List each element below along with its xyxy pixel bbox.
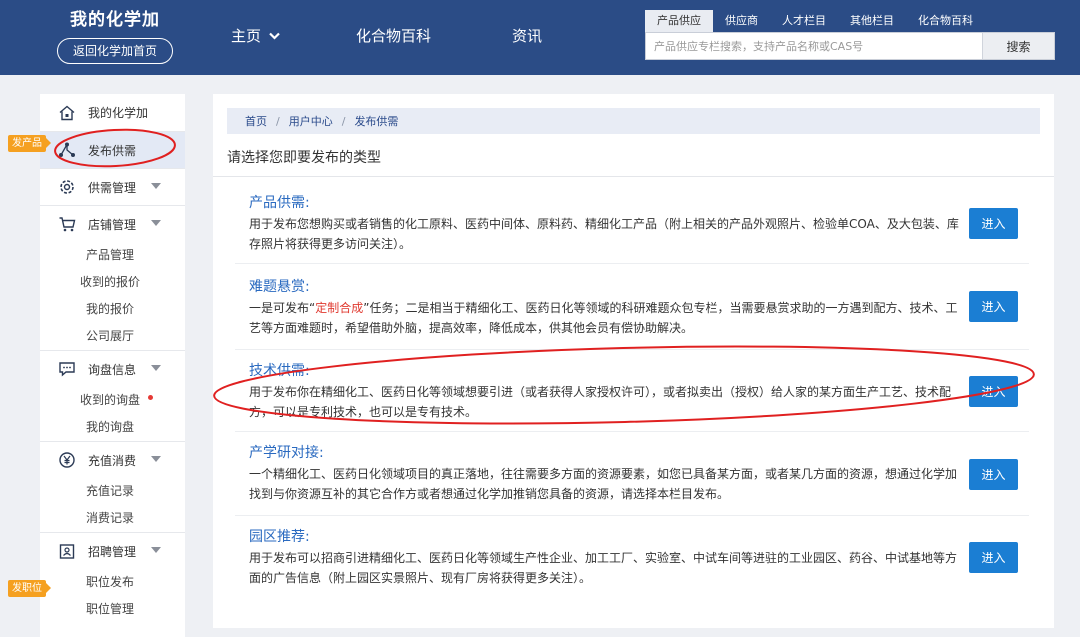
sidebar-group-inquiry: 询盘信息 收到的询盘 我的询盘 (40, 351, 185, 442)
enter-button-park[interactable]: 进入 (969, 542, 1018, 573)
sidebar-item-supply-manage[interactable]: 供需管理 (40, 169, 185, 205)
search-tab-product-supply[interactable]: 产品供应 (645, 10, 713, 32)
enter-button-industry-research[interactable]: 进入 (969, 459, 1018, 490)
type-title: 园区推荐: (249, 529, 310, 545)
search-input[interactable] (646, 33, 982, 59)
publish-job-tag[interactable]: 发职位 (8, 580, 51, 597)
enter-button-technology[interactable]: 进入 (969, 376, 1018, 407)
enter-button-bounty[interactable]: 进入 (969, 291, 1018, 322)
sidebar-group-recruit: 招聘管理 职位发布 职位管理 (40, 533, 185, 623)
sidebar-sub-received-quotes[interactable]: 收到的报价 (40, 269, 185, 296)
notification-dot (148, 395, 153, 400)
sidebar-group-supply-manage: 供需管理 (40, 169, 185, 206)
nav-home-label: 主页 (231, 27, 262, 45)
caret-down-icon (151, 547, 161, 553)
search-tabs: 产品供应 供应商 人才栏目 其他栏目 化合物百科 (645, 10, 1055, 32)
search-area: 产品供应 供应商 人才栏目 其他栏目 化合物百科 搜索 (645, 10, 1055, 60)
sidebar-item-inquiry[interactable]: 询盘信息 (40, 351, 185, 387)
sidebar-item-recharge[interactable]: 充值消费 (40, 442, 185, 478)
sidebar-group-home: 我的化学加 (40, 94, 185, 132)
type-description: 用于发布可以招商引进精细化工、医药日化等领域生产性企业、加工工厂、实验室、中试车… (249, 551, 958, 585)
type-description: 用于发布你在精细化工、医药日化等领域想要引进（或者获得人家授权许可），或者拟卖出… (249, 385, 952, 419)
breadcrumb-separator: / (276, 114, 280, 128)
nav-encyclopedia[interactable]: 化合物百科 (356, 24, 431, 48)
type-title: 产学研对接: (249, 445, 324, 461)
type-item-industry-research: 产学研对接: 一个精细化工、医药日化领域项目的真正落地，往往需要多方面的资源要素… (235, 432, 1029, 516)
sidebar-sub-product-manage[interactable]: 产品管理 (40, 242, 185, 269)
back-home-button[interactable]: 返回化学加首页 (57, 38, 173, 64)
sidebar-item-label: 询盘信息 (88, 362, 137, 377)
brand-title: 我的化学加 (70, 10, 160, 30)
sidebar-item-my-home[interactable]: 我的化学加 (40, 94, 185, 131)
sidebar-item-recruit[interactable]: 招聘管理 (40, 533, 185, 569)
enter-button-product[interactable]: 进入 (969, 208, 1018, 239)
sidebar-group-recharge: 充值消费 充值记录 消费记录 (40, 442, 185, 533)
type-item-bounty: 难题悬赏: 一是可发布“定制合成”任务；二是相当于精细化工、医药日化等领域的科研… (235, 264, 1029, 350)
gear-icon (58, 178, 76, 196)
sidebar-item-label: 我的化学加 (88, 106, 149, 120)
desc-text: 一是可发布“ (249, 301, 316, 315)
type-item-product: 产品供需: 用于发布您想购买或者销售的化工原料、医药中间体、原料药、精细化工产品… (235, 190, 1029, 264)
top-header: 我的化学加 返回化学加首页 主页 化合物百科 资讯 产品供应 供应商 人才栏目 … (0, 0, 1080, 75)
main-panel: 首页 / 用户中心 / 发布供需 请选择您即要发布的类型 产品供需: 用于发布您… (213, 94, 1054, 628)
brand: 我的化学加 返回化学加首页 (55, 8, 175, 64)
job-icon (58, 542, 76, 560)
breadcrumb: 首页 / 用户中心 / 发布供需 (227, 108, 1040, 134)
sidebar-sub-my-quotes[interactable]: 我的报价 (40, 296, 185, 323)
type-title: 难题悬赏: (249, 279, 310, 295)
sidebar-sub-label: 收到的询盘 (79, 393, 140, 407)
breadcrumb-home[interactable]: 首页 (245, 113, 267, 129)
search-button[interactable]: 搜索 (982, 33, 1054, 59)
sidebar-item-shop[interactable]: 店铺管理 (40, 206, 185, 242)
share-nodes-icon (58, 141, 76, 159)
search-tab-encyclopedia[interactable]: 化合物百科 (906, 10, 985, 32)
sidebar-sub-consume-records[interactable]: 消费记录 (40, 505, 185, 532)
breadcrumb-separator: / (341, 114, 346, 128)
sidebar-sub-job-manage[interactable]: 职位管理 (40, 596, 185, 623)
type-title: 产品供需: (249, 195, 310, 211)
publish-product-tag[interactable]: 发产品 (8, 135, 51, 152)
type-item-technology: 技术供需: 用于发布你在精细化工、医药日化等领域想要引进（或者获得人家授权许可）… (235, 350, 1029, 432)
chevron-down-icon (269, 24, 280, 48)
divider (213, 176, 1054, 177)
nav-home[interactable]: 主页 (231, 24, 280, 49)
search-tab-talent[interactable]: 人才栏目 (770, 10, 838, 32)
cart-icon (58, 215, 76, 233)
caret-down-icon (151, 365, 161, 371)
breadcrumb-current: 发布供需 (354, 115, 399, 128)
caret-down-icon (151, 220, 161, 226)
page-title: 请选择您即要发布的类型 (227, 150, 381, 166)
caret-down-icon (151, 183, 161, 189)
sidebar-group-shop: 店铺管理 产品管理 收到的报价 我的报价 公司展厅 (40, 206, 185, 351)
message-icon (58, 360, 76, 378)
sidebar-item-label: 招聘管理 (88, 544, 137, 559)
yen-coin-icon (58, 451, 76, 469)
breadcrumb-user-center[interactable]: 用户中心 (289, 113, 333, 129)
sidebar-sub-recharge-records[interactable]: 充值记录 (40, 478, 185, 505)
type-description: 用于发布您想购买或者销售的化工原料、医药中间体、原料药、精细化工产品（附上相关的… (249, 217, 959, 251)
sidebar-sub-post-job[interactable]: 职位发布 (40, 569, 185, 596)
sidebar-item-label: 充值消费 (88, 453, 137, 468)
home-icon (58, 104, 76, 122)
sidebar-item-label: 供需管理 (88, 180, 137, 195)
desc-highlight: 定制合成 (315, 301, 364, 315)
sidebar-group-publish: 发布供需 (40, 132, 185, 169)
sidebar-item-label: 发布供需 (88, 143, 137, 158)
sidebar-item-publish[interactable]: 发布供需 (40, 132, 185, 168)
sidebar-sub-received-inquiries[interactable]: 收到的询盘 (40, 387, 185, 414)
search-tab-supplier[interactable]: 供应商 (713, 10, 770, 32)
sidebar: 我的化学加 发布供需 供需管理 店铺管理 产品管理 收到的报价 我的报价 公司展… (40, 94, 185, 637)
nav-news[interactable]: 资讯 (512, 24, 542, 48)
type-item-park: 园区推荐: 用于发布可以招商引进精细化工、医药日化等领域生产性企业、加工工厂、实… (235, 516, 1029, 600)
search-bar: 搜索 (645, 32, 1055, 60)
sidebar-sub-company-showroom[interactable]: 公司展厅 (40, 323, 185, 350)
sidebar-item-label: 店铺管理 (88, 217, 137, 232)
caret-down-icon (151, 456, 161, 462)
type-description: 一是可发布“定制合成”任务；二是相当于精细化工、医药日化等领域的科研难题众包专栏… (249, 298, 965, 338)
sidebar-sub-my-inquiries[interactable]: 我的询盘 (40, 414, 185, 441)
type-title: 技术供需: (249, 363, 310, 379)
search-tab-other[interactable]: 其他栏目 (838, 10, 906, 32)
type-description: 一个精细化工、医药日化领域项目的真正落地，往往需要多方面的资源要素，如您已具备某… (249, 467, 958, 501)
